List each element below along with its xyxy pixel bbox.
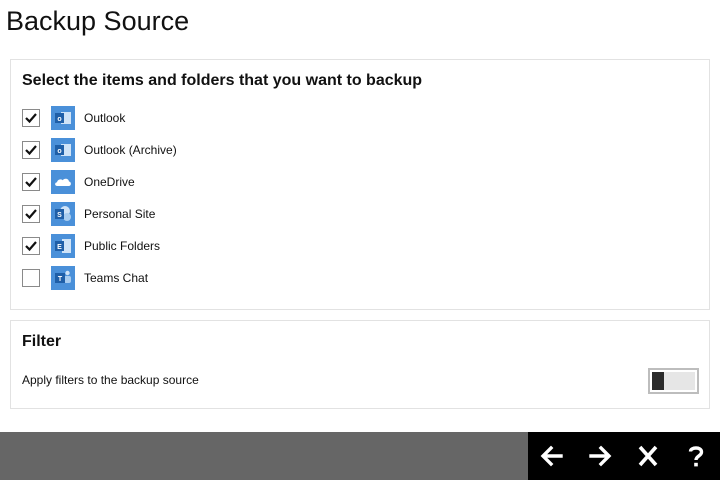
item-label: Outlook (Archive) xyxy=(84,143,177,157)
source-item-list: o Outlook o Outlook (Archive) OneDrive S… xyxy=(22,106,177,298)
outlook-icon: o xyxy=(51,138,75,162)
filter-panel: Filter Apply filters to the backup sourc… xyxy=(10,320,710,409)
item-label: OneDrive xyxy=(84,175,135,189)
bottom-bar xyxy=(0,432,720,480)
teams-icon: T xyxy=(51,266,75,290)
nav-buttons xyxy=(528,432,720,480)
checkmark-icon xyxy=(25,145,37,156)
source-item-personal-site[interactable]: S Personal Site xyxy=(22,202,177,226)
filter-label: Apply filters to the backup source xyxy=(22,373,199,387)
checkbox[interactable] xyxy=(22,269,40,287)
item-label: Public Folders xyxy=(84,239,161,253)
svg-text:E: E xyxy=(57,244,62,251)
source-item-outlook[interactable]: o Outlook xyxy=(22,106,177,130)
arrow-left-icon xyxy=(540,445,563,467)
toggle-knob xyxy=(652,372,664,390)
source-item-onedrive[interactable]: OneDrive xyxy=(22,170,177,194)
item-label: Teams Chat xyxy=(84,271,149,285)
back-button[interactable] xyxy=(528,432,576,480)
checkbox[interactable] xyxy=(22,109,40,127)
filter-heading: Filter xyxy=(22,333,62,350)
source-item-teams-chat[interactable]: T Teams Chat xyxy=(22,266,177,290)
close-button[interactable] xyxy=(624,432,672,480)
help-button[interactable] xyxy=(672,432,720,480)
close-icon xyxy=(638,445,658,467)
source-item-public-folders[interactable]: E Public Folders xyxy=(22,234,177,258)
checkbox[interactable] xyxy=(22,141,40,159)
page-title: Backup Source xyxy=(6,6,190,36)
item-label: Personal Site xyxy=(84,207,156,221)
toggle-track xyxy=(652,372,695,390)
svg-text:S: S xyxy=(57,212,62,219)
source-heading: Select the items and folders that you wa… xyxy=(22,72,423,89)
backup-source-panel: Select the items and folders that you wa… xyxy=(10,59,710,310)
checkbox[interactable] xyxy=(22,205,40,223)
checkbox[interactable] xyxy=(22,173,40,191)
item-label: Outlook xyxy=(84,111,126,125)
outlook-icon: o xyxy=(51,106,75,130)
svg-text:o: o xyxy=(57,148,61,155)
next-button[interactable] xyxy=(576,432,624,480)
checkmark-icon xyxy=(25,209,37,220)
help-icon xyxy=(688,446,704,467)
svg-text:T: T xyxy=(58,276,63,283)
arrow-right-icon xyxy=(589,445,612,467)
sharepoint-icon: S xyxy=(51,202,75,226)
checkmark-icon xyxy=(25,177,37,188)
checkmark-icon xyxy=(25,241,37,252)
source-item-outlook-archive[interactable]: o Outlook (Archive) xyxy=(22,138,177,162)
onedrive-icon xyxy=(51,170,75,194)
checkbox[interactable] xyxy=(22,237,40,255)
filter-toggle[interactable] xyxy=(648,368,699,394)
checkmark-icon xyxy=(25,113,37,124)
svg-text:o: o xyxy=(57,116,61,123)
exchange-icon: E xyxy=(51,234,75,258)
